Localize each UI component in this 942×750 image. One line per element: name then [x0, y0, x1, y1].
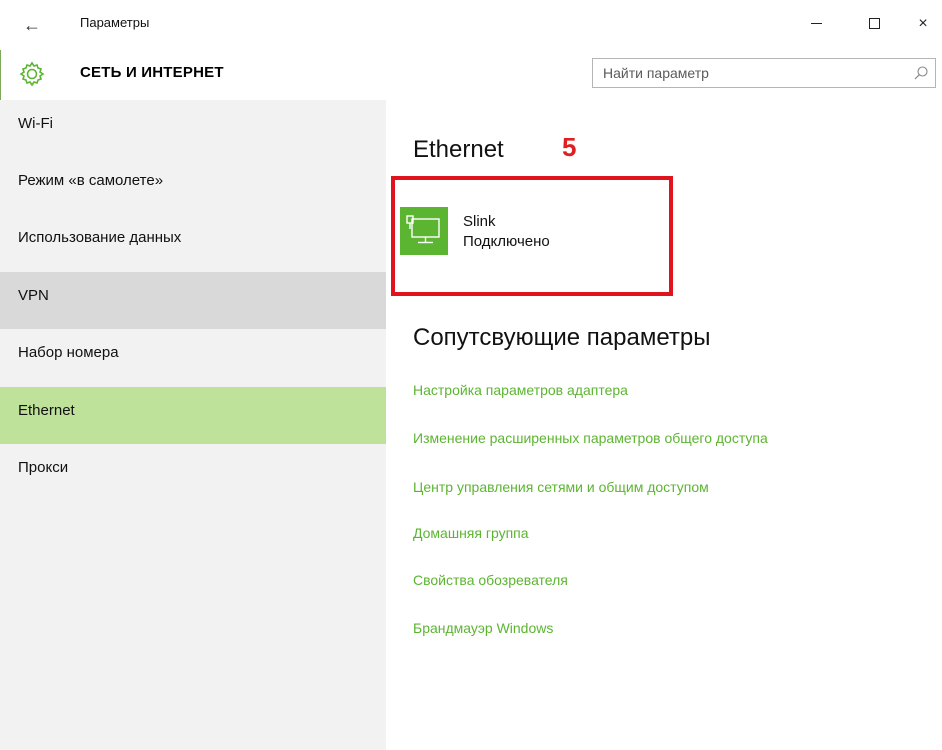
maximize-icon	[868, 18, 880, 30]
window-title: Параметры	[80, 15, 150, 30]
sidebar-item-ethernet[interactable]: Ethernet	[0, 387, 386, 444]
sidebar-item-label: Режим «в самолете»	[18, 172, 164, 189]
network-connection-item[interactable]: Slink Подключено	[400, 207, 640, 259]
network-status: Подключено	[463, 233, 550, 250]
step-annotation: 5	[562, 132, 577, 162]
page-title: СЕТЬ И ИНТЕРНЕТ	[80, 64, 224, 81]
link-advanced-sharing[interactable]: Изменение расширенных параметров общего …	[413, 430, 768, 446]
gear-icon	[19, 61, 45, 87]
link-network-center[interactable]: Центр управления сетями и общим доступом	[413, 479, 709, 495]
network-name: Slink	[463, 213, 496, 230]
minimize-icon	[810, 23, 822, 25]
section-heading: Ethernet	[413, 136, 504, 163]
search-box[interactable]	[592, 58, 936, 88]
main-content: Ethernet 5 Slink Подключено Сопутсвующие…	[386, 100, 942, 750]
close-button[interactable]: ×	[900, 8, 942, 40]
sidebar-item-label: Набор номера	[18, 344, 119, 361]
link-windows-firewall[interactable]: Брандмауэр Windows	[413, 620, 553, 636]
sidebar-item-label: Wi-Fi	[18, 115, 53, 132]
sidebar-item-wifi[interactable]: Wi-Fi	[0, 100, 386, 157]
sidebar-item-label: Ethernet	[18, 402, 75, 419]
sidebar-item-airplane-mode[interactable]: Режим «в самолете»	[0, 157, 386, 214]
close-icon: ×	[918, 15, 928, 32]
sidebar-item-proxy[interactable]: Прокси	[0, 444, 386, 501]
sidebar-item-vpn[interactable]: VPN	[0, 272, 386, 329]
link-adapter-options[interactable]: Настройка параметров адаптера	[413, 382, 628, 398]
settings-window: ← Параметры × СЕТЬ И ИНТЕРНЕТ Wi-Fi	[0, 0, 942, 750]
search-input[interactable]	[593, 59, 893, 87]
link-homegroup[interactable]: Домашняя группа	[413, 525, 529, 541]
sidebar-item-label: VPN	[18, 287, 49, 304]
title-bar: ← Параметры ×	[0, 0, 942, 50]
sidebar-item-label: Использование данных	[18, 229, 182, 246]
related-settings-heading: Сопутсвующие параметры	[413, 324, 711, 351]
minimize-button[interactable]	[793, 8, 839, 40]
maximize-button[interactable]	[851, 8, 897, 40]
sidebar-item-dial-up[interactable]: Набор номера	[0, 329, 386, 386]
search-icon[interactable]	[913, 65, 929, 81]
network-tile	[400, 207, 448, 255]
back-button[interactable]: ←	[14, 10, 50, 40]
sidebar-item-data-usage[interactable]: Использование данных	[0, 214, 386, 271]
sidebar-item-label: Прокси	[18, 459, 69, 476]
link-internet-options[interactable]: Свойства обозревателя	[413, 572, 568, 588]
sidebar: Wi-Fi Режим «в самолете» Использование д…	[0, 100, 386, 750]
ethernet-monitor-icon	[406, 215, 440, 244]
arrow-left-icon: ←	[23, 15, 41, 35]
